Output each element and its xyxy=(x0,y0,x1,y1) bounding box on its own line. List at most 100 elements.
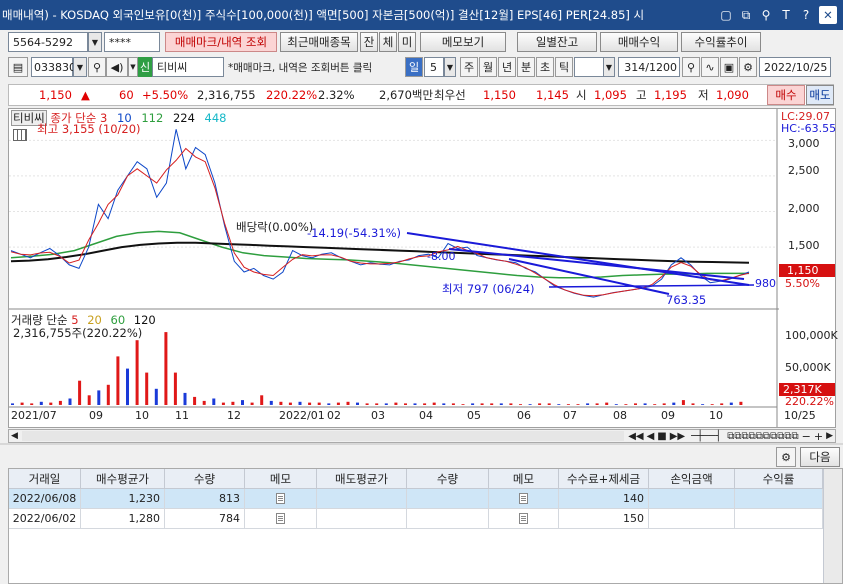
window-icon[interactable]: ▢ xyxy=(717,6,735,24)
period-minute-tab[interactable]: 분 xyxy=(517,57,535,77)
row1-pnl[interactable] xyxy=(649,489,735,509)
period-week-tab[interactable]: 주 xyxy=(460,57,478,77)
volume-bar xyxy=(308,402,312,405)
pin-icon[interactable]: ⚲ xyxy=(682,57,700,77)
balance-button[interactable]: 잔 xyxy=(360,32,378,52)
forward-icon[interactable]: ▶▶ xyxy=(670,431,685,442)
account-number-field[interactable]: 5564-5292 xyxy=(8,32,88,52)
recent-items-button[interactable]: 최근매매종목 xyxy=(280,32,358,52)
memo-view-button[interactable]: 메모보기 xyxy=(420,32,506,52)
close-button[interactable]: ✕ xyxy=(819,6,837,24)
code-dropdown-button[interactable]: ▼ xyxy=(73,57,87,77)
sound-dropdown-icon[interactable]: ▼ xyxy=(128,57,138,77)
stock-code-field[interactable]: 033830 xyxy=(31,57,76,77)
row1-sell-qty[interactable] xyxy=(407,489,489,509)
quote-bar: 1,150 ▲ 60 +5.50% 2,316,755 220.22% 2.32… xyxy=(8,84,834,106)
daily-balance-button[interactable]: 일별잔고 xyxy=(517,32,597,52)
zoom-slider[interactable]: ─┼──┤ xyxy=(691,431,721,442)
memo-icon[interactable] xyxy=(519,513,528,524)
period-second-tab[interactable]: 초 xyxy=(536,57,554,77)
next-button[interactable]: 다음 xyxy=(800,447,840,467)
period-year-tab[interactable]: 년 xyxy=(498,57,516,77)
memo-icon[interactable] xyxy=(276,493,285,504)
row2-sell-avg[interactable] xyxy=(317,509,407,529)
row2-sell-qty[interactable] xyxy=(407,509,489,529)
price-change: 60 xyxy=(119,88,134,102)
period-tick-tab[interactable]: 틱 xyxy=(555,57,573,77)
row2-return[interactable] xyxy=(735,509,823,529)
volume-bar xyxy=(509,403,513,405)
row1-fee[interactable]: 140 xyxy=(559,489,649,509)
header-fee: 수수료+제세금 xyxy=(559,469,649,489)
chart-settings-icon[interactable]: ▤ xyxy=(8,57,28,77)
zoom-in-icon[interactable]: + xyxy=(814,430,823,443)
row1-date[interactable]: 2022/06/08 xyxy=(9,489,81,509)
scroll-left-icon[interactable]: ◀ xyxy=(11,431,18,441)
tool-icons[interactable]: ⧉⧉⧉⧉⧉⧉⧉⧉⧉⧉ xyxy=(727,431,798,442)
gear-icon[interactable]: ⚙ xyxy=(739,57,757,77)
row2-buy-qty[interactable]: 784 xyxy=(165,509,245,529)
period-month-tab[interactable]: 월 xyxy=(479,57,497,77)
table-settings-icon[interactable]: ⚙ xyxy=(776,447,796,467)
help-icon[interactable]: ? xyxy=(797,6,815,24)
return-trend-button[interactable]: 수익률추이 xyxy=(681,32,761,52)
tick-value-field[interactable] xyxy=(574,57,604,77)
volume-bar xyxy=(260,395,264,405)
play-back-icon[interactable]: ◀ xyxy=(647,431,655,442)
stop-icon[interactable]: ■ xyxy=(657,431,666,442)
row2-sell-memo[interactable] xyxy=(489,509,559,529)
volume-bar xyxy=(691,403,695,405)
account-dropdown-button[interactable]: ▼ xyxy=(88,32,102,52)
row1-sell-avg[interactable] xyxy=(317,489,407,509)
row2-date[interactable]: 2022/06/02 xyxy=(9,509,81,529)
pin-icon[interactable]: ⚲ xyxy=(757,6,775,24)
date-field[interactable]: 2022/10/25 xyxy=(759,57,831,77)
volume-bar xyxy=(729,402,733,405)
low-annotation: 최저 797 (06/24) xyxy=(442,282,535,296)
password-field[interactable]: **** xyxy=(104,32,160,52)
period-dropdown-button[interactable]: ▼ xyxy=(444,57,456,77)
period-day-tab[interactable]: 일 xyxy=(405,57,423,77)
row2-buy-memo[interactable] xyxy=(245,509,317,529)
row2-fee[interactable]: 150 xyxy=(559,509,649,529)
sell-button[interactable]: 매도 xyxy=(806,85,834,105)
level-980-annotation: 980 xyxy=(755,277,776,290)
chart-scrollbar[interactable] xyxy=(21,431,625,441)
memo-icon[interactable] xyxy=(276,513,285,524)
volume-value: 2,316,755 xyxy=(197,88,256,102)
rewind-icon[interactable]: ◀◀ xyxy=(628,431,643,442)
data-count-field[interactable]: 314/1200 xyxy=(618,57,680,77)
row2-pnl[interactable] xyxy=(649,509,735,529)
dividend-annotation: 배당락(0.00%) xyxy=(236,220,314,234)
period-value-field[interactable]: 5 xyxy=(424,57,444,77)
row1-sell-memo[interactable] xyxy=(489,489,559,509)
price-chart[interactable]: 티비씨 종가 단순 3 10 112 224 448 최고 3,155 (10/… xyxy=(8,108,838,428)
executed-button[interactable]: 체 xyxy=(379,32,397,52)
scroll-right-icon[interactable]: ▶ xyxy=(826,431,833,441)
memo-icon[interactable] xyxy=(519,493,528,504)
volume-bar xyxy=(576,404,580,405)
row1-buy-avg[interactable]: 1,230 xyxy=(81,489,165,509)
volume-bar xyxy=(499,403,503,405)
sound-icon[interactable]: ◀) xyxy=(106,57,128,77)
wave-icon[interactable]: ∿ xyxy=(701,57,719,77)
zoom-out-icon[interactable]: − xyxy=(802,430,811,443)
save-icon[interactable]: ▣ xyxy=(720,57,738,77)
trade-return-button[interactable]: 매매수익 xyxy=(600,32,678,52)
stock-name-field[interactable]: 티비씨 xyxy=(152,57,224,77)
search-icon[interactable]: ⚲ xyxy=(88,57,106,77)
buy-button[interactable]: 매수 xyxy=(767,85,805,105)
volume-bar xyxy=(116,356,120,405)
header-sell-memo: 메모 xyxy=(489,469,559,489)
memo-trades-button[interactable]: 매매마크/내역 조회 xyxy=(165,32,277,52)
table-scrollbar[interactable] xyxy=(823,469,842,583)
unfilled-button[interactable]: 미 xyxy=(398,32,416,52)
grid-icon[interactable] xyxy=(13,129,27,141)
row1-buy-qty[interactable]: 813 xyxy=(165,489,245,509)
row1-return[interactable] xyxy=(735,489,823,509)
font-icon[interactable]: T xyxy=(777,6,795,24)
copy-icon[interactable]: ⧉ xyxy=(737,6,755,24)
row2-buy-avg[interactable]: 1,280 xyxy=(81,509,165,529)
row1-buy-memo[interactable] xyxy=(245,489,317,509)
tick-dropdown-button[interactable]: ▼ xyxy=(603,57,615,77)
